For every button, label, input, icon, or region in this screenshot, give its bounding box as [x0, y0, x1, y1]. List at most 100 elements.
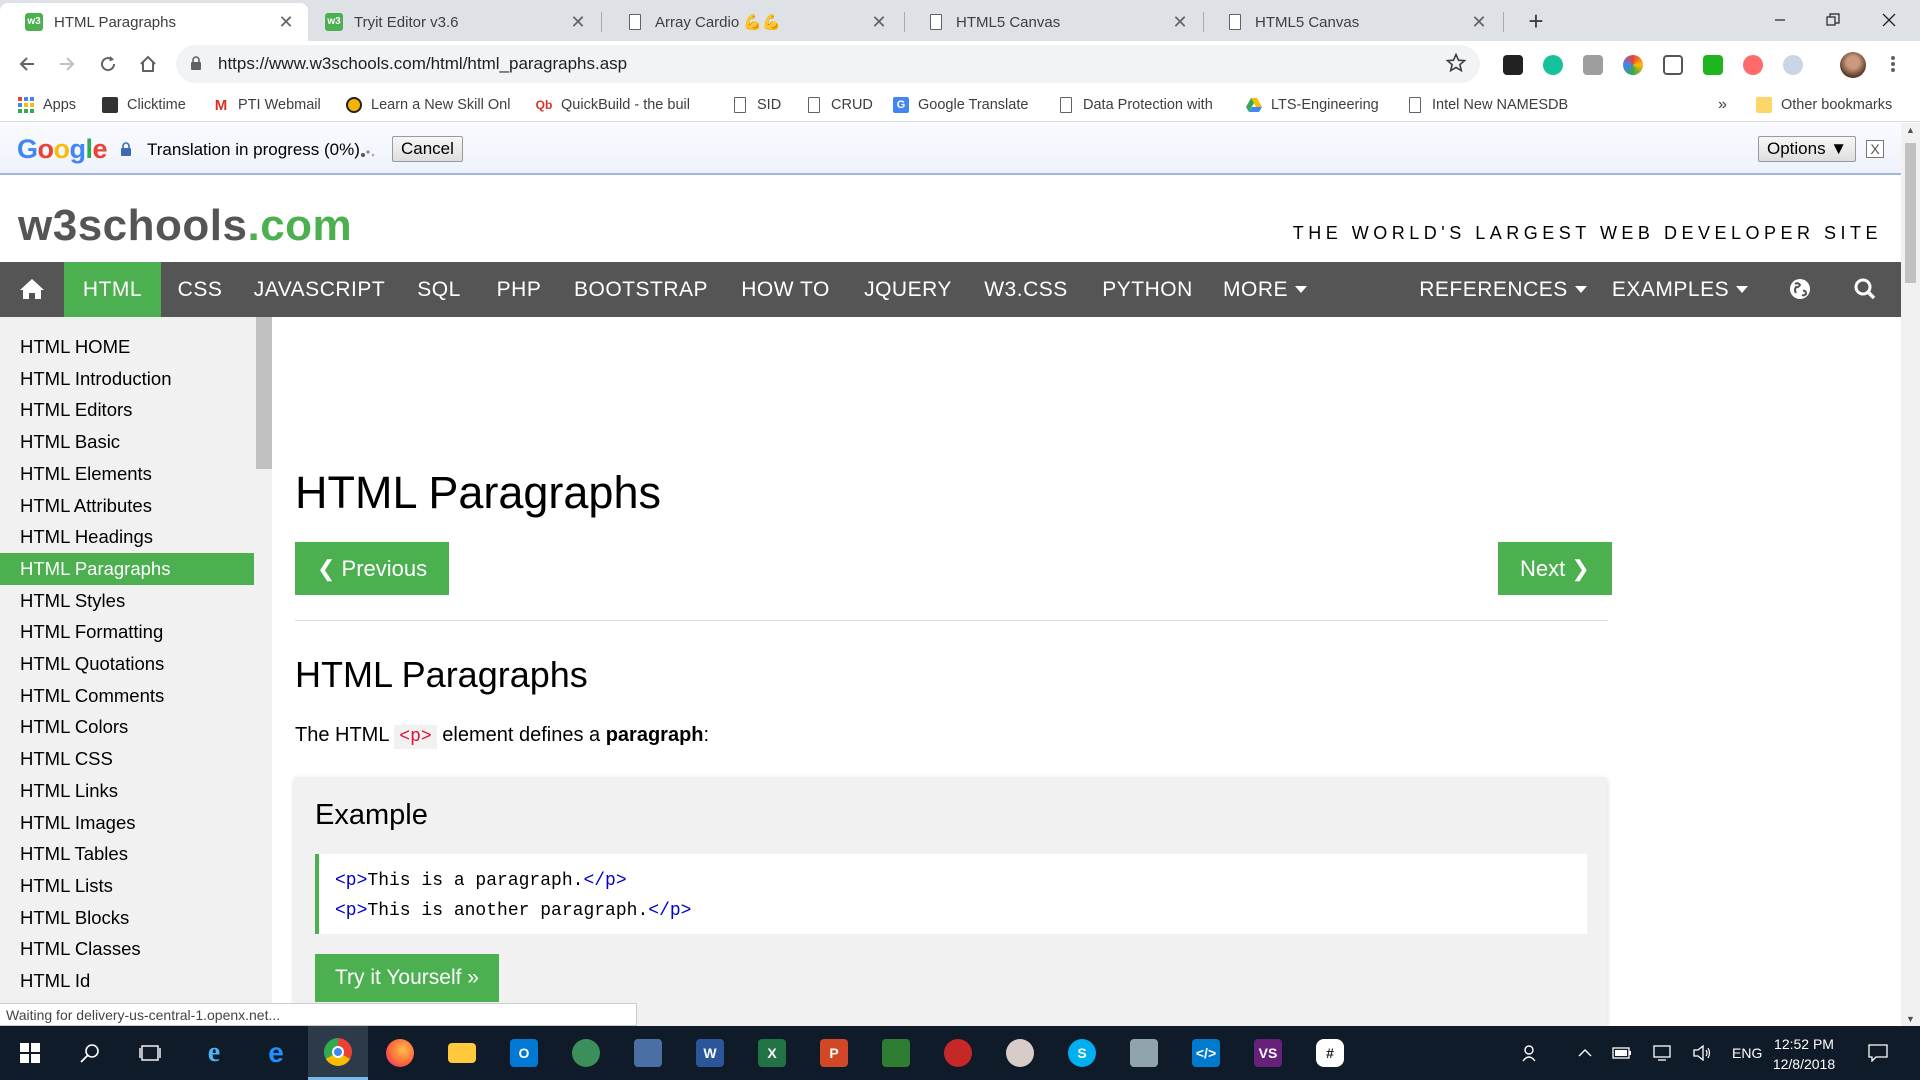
vscode-taskbar-button[interactable]: </> — [1176, 1026, 1236, 1080]
firefox-taskbar-button[interactable] — [370, 1026, 430, 1080]
word-taskbar-button[interactable]: W — [680, 1026, 740, 1080]
scroll-down-arrow-icon[interactable]: ▼ — [1906, 1014, 1915, 1024]
close-icon[interactable]: ✕ — [568, 12, 588, 33]
home-nav-button[interactable] — [0, 262, 64, 317]
tab-tryit-editor[interactable]: w3 Tryit Editor v3.6 ✕ — [300, 3, 600, 41]
home-button[interactable] — [131, 47, 165, 81]
nav-how-to[interactable]: HOW TO — [722, 262, 849, 317]
bookmark-sid[interactable]: SID — [732, 95, 792, 115]
people-icon[interactable] — [1522, 1026, 1540, 1080]
grammarly-extension-icon[interactable] — [1543, 55, 1563, 75]
nav-jquery[interactable]: JQUERY — [849, 262, 967, 317]
checkmark-extension-icon[interactable] — [1503, 55, 1523, 75]
ie-taskbar-button[interactable]: e — [184, 1026, 244, 1080]
sidebar-item-html-basic[interactable]: HTML Basic — [0, 426, 254, 458]
task-view-button[interactable] — [120, 1026, 180, 1080]
sidebar-item-html-home[interactable]: HTML HOME — [0, 331, 254, 363]
bookmark-pti-webmail[interactable]: M PTI Webmail — [213, 95, 333, 115]
nav-examples[interactable]: EXAMPLES — [1605, 262, 1755, 317]
sidebar-item-html-tables[interactable]: HTML Tables — [0, 838, 254, 870]
minimize-button[interactable] — [1757, 0, 1803, 40]
sidebar-item-html-classes[interactable]: HTML Classes — [0, 933, 254, 965]
cancel-translation-button[interactable]: Cancel — [392, 136, 463, 162]
clock[interactable]: 12:52 PM 12/8/2018 — [1764, 1034, 1844, 1074]
ts-extension-icon[interactable] — [1703, 55, 1723, 75]
sidebar-item-html-comments[interactable]: HTML Comments — [0, 680, 254, 712]
sidebar-item-html-lists[interactable]: HTML Lists — [0, 870, 254, 902]
bookmark-crud[interactable]: CRUD — [806, 95, 886, 115]
chevron-up-icon[interactable] — [1578, 1026, 1592, 1080]
nav-sql[interactable]: SQL — [400, 262, 478, 317]
forward-button[interactable] — [50, 47, 84, 81]
page-scroll-thumb[interactable] — [1905, 143, 1916, 283]
volume-icon[interactable] — [1692, 1026, 1712, 1080]
sidebar-item-html-css[interactable]: HTML CSS — [0, 743, 254, 775]
nav-css[interactable]: CSS — [161, 262, 239, 317]
paint-taskbar-button[interactable] — [990, 1026, 1050, 1080]
bookmark-google-translate[interactable]: G Google Translate — [893, 95, 1043, 115]
bookmark-intel-namesdb[interactable]: Intel New NAMESDB — [1407, 95, 1577, 115]
close-translate-bar-button[interactable]: X — [1866, 140, 1884, 158]
menu-button[interactable] — [1876, 47, 1910, 81]
site-logo[interactable]: w3schools.com — [18, 201, 352, 251]
image-app-taskbar-button[interactable] — [866, 1026, 926, 1080]
address-bar[interactable]: https://www.w3schools.com/html/html_para… — [176, 45, 1480, 83]
vpn-app-taskbar-button[interactable] — [928, 1026, 988, 1080]
translate-options-button[interactable]: Options ▼ — [1758, 136, 1857, 162]
sidebar-scroll-thumb[interactable] — [256, 317, 272, 469]
bookmark-learn-skill[interactable]: Learn a New Skill Onl — [346, 95, 516, 115]
action-center-icon[interactable] — [1868, 1026, 1888, 1080]
bookmark-data-protection[interactable]: Data Protection with — [1058, 95, 1220, 115]
nav-w3css[interactable]: W3.CSS — [967, 262, 1085, 317]
tab-html5-canvas-2[interactable]: HTML5 Canvas ✕ — [1201, 3, 1501, 41]
close-icon[interactable]: ✕ — [1469, 12, 1489, 33]
sidebar-item-html-elements[interactable]: HTML Elements — [0, 458, 254, 490]
start-button[interactable] — [0, 1026, 60, 1080]
color-extension-icon[interactable] — [1623, 55, 1643, 75]
slack-taskbar-button[interactable]: # — [1300, 1026, 1360, 1080]
battery-icon[interactable] — [1612, 1026, 1632, 1080]
tab-html5-canvas-1[interactable]: HTML5 Canvas ✕ — [902, 3, 1202, 41]
sidebar-item-html-editors[interactable]: HTML Editors — [0, 394, 254, 426]
network-icon[interactable] — [1652, 1026, 1672, 1080]
chrome-taskbar-button[interactable] — [308, 1026, 368, 1080]
next-button[interactable]: Next ❯ — [1498, 542, 1612, 595]
scroll-up-arrow-icon[interactable]: ▲ — [1906, 125, 1915, 135]
profile-avatar[interactable] — [1840, 52, 1866, 78]
language-indicator[interactable]: ENG — [1732, 1026, 1762, 1080]
powerpoint-taskbar-button[interactable]: P — [804, 1026, 864, 1080]
tab-array-cardio[interactable]: Array Cardio 💪💪 ✕ — [601, 3, 901, 41]
sidebar-item-html-blocks[interactable]: HTML Blocks — [0, 902, 254, 934]
nav-python[interactable]: PYTHON — [1085, 262, 1210, 317]
sidebar-item-html-attributes[interactable]: HTML Attributes — [0, 490, 254, 522]
sidebar-item-html-formatting[interactable]: HTML Formatting — [0, 616, 254, 648]
reload-button[interactable] — [91, 47, 125, 81]
visual-studio-taskbar-button[interactable]: VS — [1238, 1026, 1298, 1080]
maximize-button[interactable] — [1810, 0, 1856, 40]
search-taskbar-button[interactable] — [60, 1026, 120, 1080]
sidebar-item-html-colors[interactable]: HTML Colors — [0, 711, 254, 743]
previous-button[interactable]: ❮ Previous — [295, 542, 450, 595]
bookmark-lts-engineering[interactable]: LTS-Engineering — [1246, 95, 1386, 115]
bookmarks-overflow-button[interactable]: » — [1718, 95, 1734, 115]
sidebar-item-html-id[interactable]: HTML Id — [0, 965, 254, 997]
nav-bootstrap[interactable]: BOOTSTRAP — [560, 262, 722, 317]
nav-php[interactable]: PHP — [478, 262, 560, 317]
sidebar-item-html-headings[interactable]: HTML Headings — [0, 521, 254, 553]
other-bookmarks[interactable]: Other bookmarks — [1756, 95, 1916, 115]
new-tab-button[interactable]: + — [1520, 6, 1552, 38]
try-it-yourself-button[interactable]: Try it Yourself » — [315, 954, 499, 1002]
megaphone-extension-icon[interactable] — [1663, 55, 1683, 75]
page-scrollbar[interactable]: ▲ ▼ — [1901, 123, 1920, 1026]
nav-javascript[interactable]: JAVASCRIPT — [239, 262, 400, 317]
nav-html[interactable]: HTML — [64, 262, 161, 317]
skype-taskbar-button[interactable]: S — [1052, 1026, 1112, 1080]
sidebar-item-html-links[interactable]: HTML Links — [0, 775, 254, 807]
close-icon[interactable]: ✕ — [1170, 12, 1190, 33]
globe-app-taskbar-button[interactable] — [556, 1026, 616, 1080]
close-icon[interactable]: ✕ — [276, 12, 296, 33]
nav-references[interactable]: REFERENCES — [1418, 262, 1588, 317]
sidebar-item-html-introduction[interactable]: HTML Introduction — [0, 363, 254, 395]
sidebar-item-html-images[interactable]: HTML Images — [0, 807, 254, 839]
g-extension-icon[interactable] — [1583, 55, 1603, 75]
